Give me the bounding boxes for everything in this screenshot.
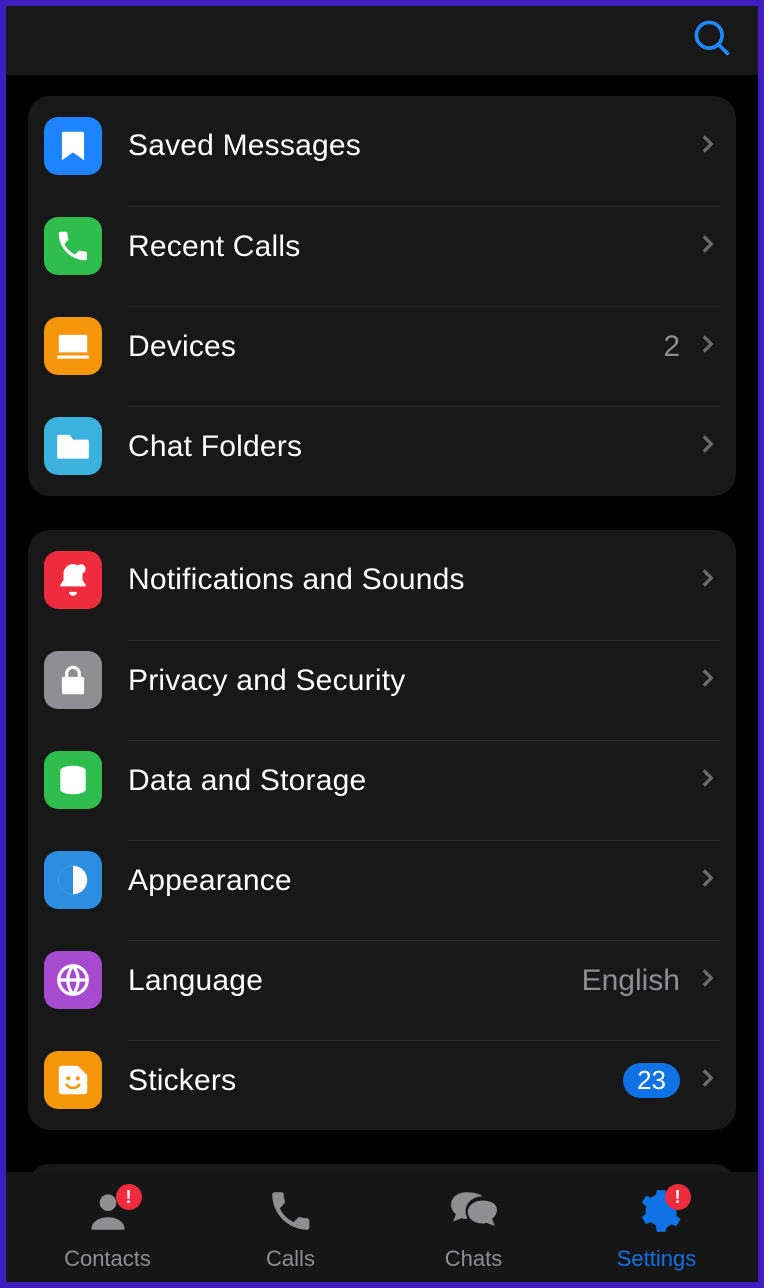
row-label: Devices — [128, 330, 663, 364]
tab-bar: ! Contacts Calls Chats! Settings — [6, 1172, 758, 1282]
row-value: 2 — [663, 330, 680, 364]
chevron-right-icon — [694, 1065, 720, 1096]
tab-settings[interactable]: ! Settings — [565, 1186, 748, 1272]
lock-icon — [44, 651, 102, 709]
row-language[interactable]: LanguageEnglish — [28, 930, 736, 1030]
alert-badge: ! — [116, 1184, 142, 1210]
chevron-right-icon — [694, 231, 720, 262]
row-badge: 23 — [623, 1063, 680, 1098]
chevron-right-icon — [694, 131, 720, 162]
phone-frame: Saved Messages Recent Calls Devices2 Chat F… — [0, 0, 764, 1288]
chevron-right-icon — [694, 965, 720, 996]
row-label: Appearance — [128, 864, 694, 898]
search-icon — [690, 16, 734, 60]
row-label: Chat Folders — [128, 430, 694, 464]
bell-icon — [44, 551, 102, 609]
screen: Saved Messages Recent Calls Devices2 Chat F… — [6, 6, 758, 1282]
row-devices[interactable]: Devices2 — [28, 296, 736, 396]
row-label: Data and Storage — [128, 764, 694, 798]
row-notifications[interactable]: Notifications and Sounds — [28, 530, 736, 630]
chevron-right-icon — [694, 331, 720, 362]
tab-label: Chats — [445, 1246, 502, 1272]
chevron-right-icon — [694, 865, 720, 896]
chevron-right-icon — [694, 765, 720, 796]
sticker-icon — [44, 1051, 102, 1109]
row-label: Privacy and Security — [128, 664, 694, 698]
settings-group: Saved Messages Recent Calls Devices2 Chat F… — [28, 96, 736, 496]
chevron-right-icon — [694, 565, 720, 596]
top-bar — [6, 6, 758, 76]
laptop-icon — [44, 317, 102, 375]
settings-group: Notifications and Sounds Privacy and Secu… — [28, 530, 736, 1130]
tab-contacts[interactable]: ! Contacts — [16, 1186, 199, 1272]
row-label: Recent Calls — [128, 230, 694, 264]
tab-calls[interactable]: Calls — [199, 1186, 382, 1272]
tab-chats[interactable]: Chats — [382, 1186, 565, 1272]
row-ask-question[interactable]: Ask a Question — [28, 1164, 736, 1172]
bookmark-icon — [44, 117, 102, 175]
row-privacy[interactable]: Privacy and Security — [28, 630, 736, 730]
row-value: English — [582, 964, 680, 998]
contrast-icon — [44, 851, 102, 909]
row-label: Language — [128, 964, 582, 998]
phone-icon — [44, 217, 102, 275]
row-stickers[interactable]: Stickers23 — [28, 1030, 736, 1130]
settings-group: Ask a QuestionTelegram FAQTelegram Featu… — [28, 1164, 736, 1172]
row-label: Notifications and Sounds — [128, 563, 694, 597]
row-appearance[interactable]: Appearance — [28, 830, 736, 930]
row-saved-messages[interactable]: Saved Messages — [28, 96, 736, 196]
storage-icon — [44, 751, 102, 809]
settings-list[interactable]: Saved Messages Recent Calls Devices2 Chat F… — [6, 76, 758, 1172]
row-recent-calls[interactable]: Recent Calls — [28, 196, 736, 296]
folder-icon — [44, 417, 102, 475]
chats-icon — [449, 1186, 499, 1236]
tab-label: Contacts — [64, 1246, 151, 1272]
row-chat-folders[interactable]: Chat Folders — [28, 396, 736, 496]
row-label: Stickers — [128, 1064, 623, 1098]
row-label: Saved Messages — [128, 129, 694, 163]
row-data-storage[interactable]: Data and Storage — [28, 730, 736, 830]
chevron-right-icon — [694, 431, 720, 462]
chevron-right-icon — [694, 665, 720, 696]
tab-label: Calls — [266, 1246, 315, 1272]
search-button[interactable] — [690, 16, 734, 65]
globe-icon — [44, 951, 102, 1009]
tab-label: Settings — [617, 1246, 697, 1272]
alert-badge: ! — [665, 1184, 691, 1210]
phone-icon — [266, 1186, 316, 1236]
